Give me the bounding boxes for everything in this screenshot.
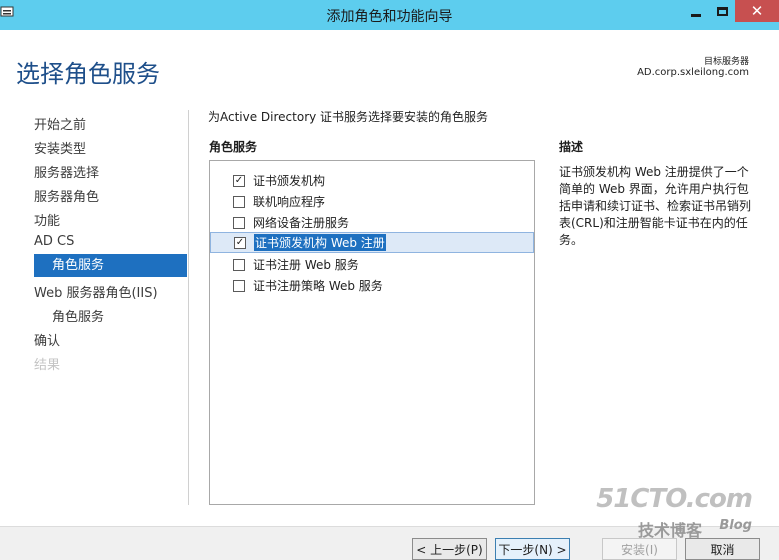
role-item-network-device-enrollment[interactable]: 网络设备注册服务	[210, 212, 534, 233]
minimize-icon	[691, 13, 701, 17]
target-server-value: AD.corp.sxleilong.com	[637, 67, 749, 78]
nav-item-web-server-role[interactable]: Web 服务器角色(IIS)	[34, 282, 158, 301]
role-label: 证书注册策略 Web 服务	[253, 279, 383, 293]
role-checkbox[interactable]	[233, 216, 245, 229]
role-checkbox[interactable]	[233, 195, 245, 208]
role-services-header: 角色服务	[209, 140, 258, 154]
role-item-cert-enrollment-policy-web-service[interactable]: 证书注册策略 Web 服务	[210, 275, 534, 296]
maximize-icon	[716, 6, 728, 16]
nav-item-server-roles[interactable]: 服务器角色	[34, 186, 99, 205]
nav-item-iis-role-services[interactable]: 角色服务	[52, 306, 104, 325]
nav-item-confirmation[interactable]: 确认	[34, 330, 60, 349]
instruction-text: 为Active Directory 证书服务选择要安装的角色服务	[208, 110, 489, 124]
close-button[interactable]: ✕	[735, 0, 779, 22]
window-title: 添加角色和功能向导	[326, 9, 453, 25]
role-checkbox[interactable]: ✓	[233, 174, 245, 187]
close-icon: ✕	[750, 1, 764, 20]
role-label: 证书颁发机构	[253, 174, 326, 188]
role-checkbox[interactable]: ✓	[234, 236, 246, 249]
title-bar: 添加角色和功能向导 ✕	[0, 0, 779, 30]
nav-item-ad-cs[interactable]: AD CS	[34, 234, 74, 249]
watermark-blog: Blog	[719, 518, 752, 533]
role-item-online-responder[interactable]: 联机响应程序	[210, 191, 534, 212]
watermark-main: 51CTO.com	[596, 484, 753, 514]
role-label: 联机响应程序	[253, 195, 326, 209]
previous-button[interactable]: < 上一步(P)	[412, 538, 487, 560]
role-label: 证书注册 Web 服务	[253, 258, 359, 272]
description-header: 描述	[559, 140, 584, 154]
maximize-button[interactable]	[709, 0, 735, 22]
nav-item-results: 结果	[34, 358, 61, 373]
role-item-cert-enrollment-web-service[interactable]: 证书注册 Web 服务	[210, 254, 534, 275]
role-item-ca-web-enrollment[interactable]: ✓ 证书颁发机构 Web 注册	[210, 232, 534, 253]
next-button[interactable]: 下一步(N) >	[495, 538, 570, 560]
role-label: 网络设备注册服务	[253, 216, 350, 230]
watermark: 51CTO.com 技术博客 Blog	[596, 484, 770, 544]
nav-item-features[interactable]: 功能	[34, 210, 60, 229]
role-label: 证书颁发机构 Web 注册	[254, 234, 386, 251]
description-text: 证书颁发机构 Web 注册提供了一个简单的 Web 界面，允许用户执行包括申请和…	[559, 165, 752, 247]
role-item-certification-authority[interactable]: ✓ 证书颁发机构	[210, 170, 534, 191]
nav-item-role-services-active[interactable]: 角色服务	[34, 254, 187, 277]
page-title: 选择角色服务	[16, 60, 160, 88]
nav-item-before-you-begin[interactable]: 开始之前	[34, 114, 86, 133]
role-checkbox[interactable]	[233, 258, 245, 271]
watermark-sub: 技术博客	[638, 521, 703, 540]
nav-item-server-selection[interactable]: 服务器选择	[34, 162, 99, 181]
minimize-button[interactable]	[683, 0, 709, 22]
nav-item-installation-type[interactable]: 安装类型	[34, 138, 86, 157]
target-server-label: 目标服务器	[703, 57, 749, 67]
nav-divider	[188, 110, 189, 505]
role-services-list[interactable]: ✓ 证书颁发机构 联机响应程序 网络设备注册服务 ✓ 证书颁发机构 Web 注册…	[209, 160, 535, 505]
role-checkbox[interactable]	[233, 279, 245, 292]
